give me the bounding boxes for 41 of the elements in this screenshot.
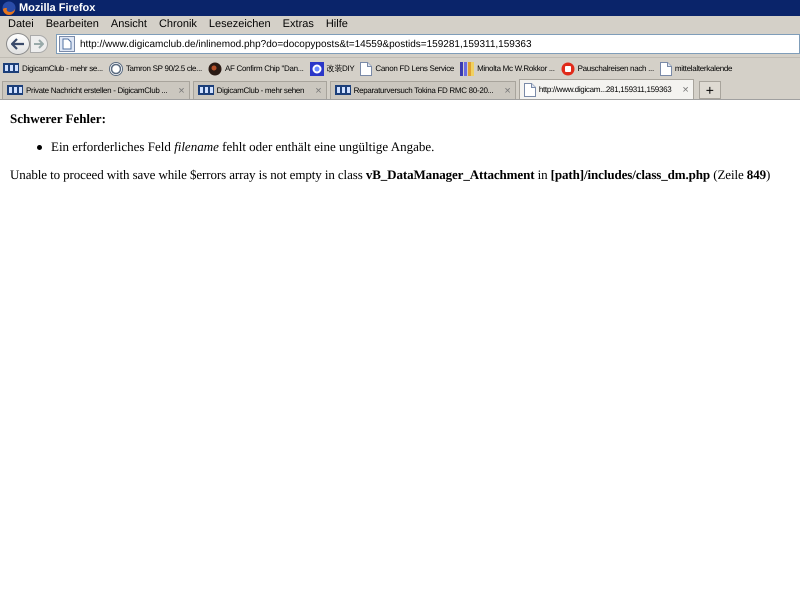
circle-logo-icon	[560, 62, 575, 76]
bookmark[interactable]: Pauschalreisen nach ...	[560, 62, 654, 76]
bookmark[interactable]: Tamron SP 90/2.5 cle...	[108, 62, 202, 76]
menu-item[interactable]: Chronik	[152, 18, 203, 30]
site-logo-icon	[3, 62, 19, 74]
bullet-icon	[37, 144, 42, 150]
back-button[interactable]	[6, 33, 30, 55]
menu-item[interactable]: Datei	[2, 18, 40, 30]
menu-item[interactable]: Extras	[276, 18, 320, 30]
firefox-icon	[2, 1, 16, 15]
page-icon	[660, 62, 672, 76]
stripes-icon	[460, 62, 474, 76]
new-tab-button[interactable]: +	[698, 81, 721, 99]
error-heading: Schwerer Fehler:	[10, 111, 107, 127]
page-icon	[360, 62, 372, 76]
error-detail: Ein erforderliches Feld filename fehlt oder enthält eine ungültige Angabe.	[51, 139, 434, 155]
tab[interactable]: Reparaturversuch Tokina FD RMC 80-20... ×	[330, 81, 516, 99]
bookmark[interactable]: Canon FD Lens Service	[360, 62, 454, 76]
menu-item[interactable]: Lesezeichen	[202, 18, 277, 30]
site-logo-icon	[7, 84, 23, 96]
menu-item[interactable]: Ansicht	[104, 18, 153, 30]
tab[interactable]: DigicamClub - mehr sehen ×	[192, 81, 327, 99]
tab[interactable]: http://www.digicam...281,159311,159363 ×	[518, 79, 694, 99]
bookmark[interactable]: Minolta Mc W.Rokkor ...	[460, 62, 555, 76]
window-title: Mozilla Firefox	[19, 2, 96, 14]
back-arrow-icon	[11, 38, 25, 50]
page-icon	[59, 36, 75, 52]
menu-item[interactable]: Bearbeiten	[40, 18, 105, 30]
menu-item[interactable]: Hilfe	[320, 18, 354, 30]
site-logo-icon	[334, 84, 351, 96]
bookmark[interactable]: mittelalterkalende	[660, 62, 732, 76]
forward-arrow-icon	[34, 39, 44, 49]
bookmark[interactable]: DigicamClub - mehr se...	[3, 62, 103, 74]
page-icon	[524, 82, 536, 96]
error-message: Unable to proceed with save while $errors array is not empty in class vB_DataManager_Attachment in [path]/includes/class_dm.php (Zeile 849)	[10, 167, 772, 183]
bookmark[interactable]: AF Confirm Chip "Dan...	[208, 62, 304, 76]
address-bar[interactable]: http://www.digicamclub.de/inlinemod.php?do=docopyposts&t=14559&postids=159281,159311,159363	[56, 34, 800, 54]
bookmark[interactable]: 改装DIY	[310, 62, 354, 76]
site-logo-icon	[198, 84, 214, 96]
close-icon[interactable]: ×	[682, 84, 689, 96]
tab[interactable]: Private Nachricht erstellen - DigicamClub ... ×	[2, 81, 190, 99]
